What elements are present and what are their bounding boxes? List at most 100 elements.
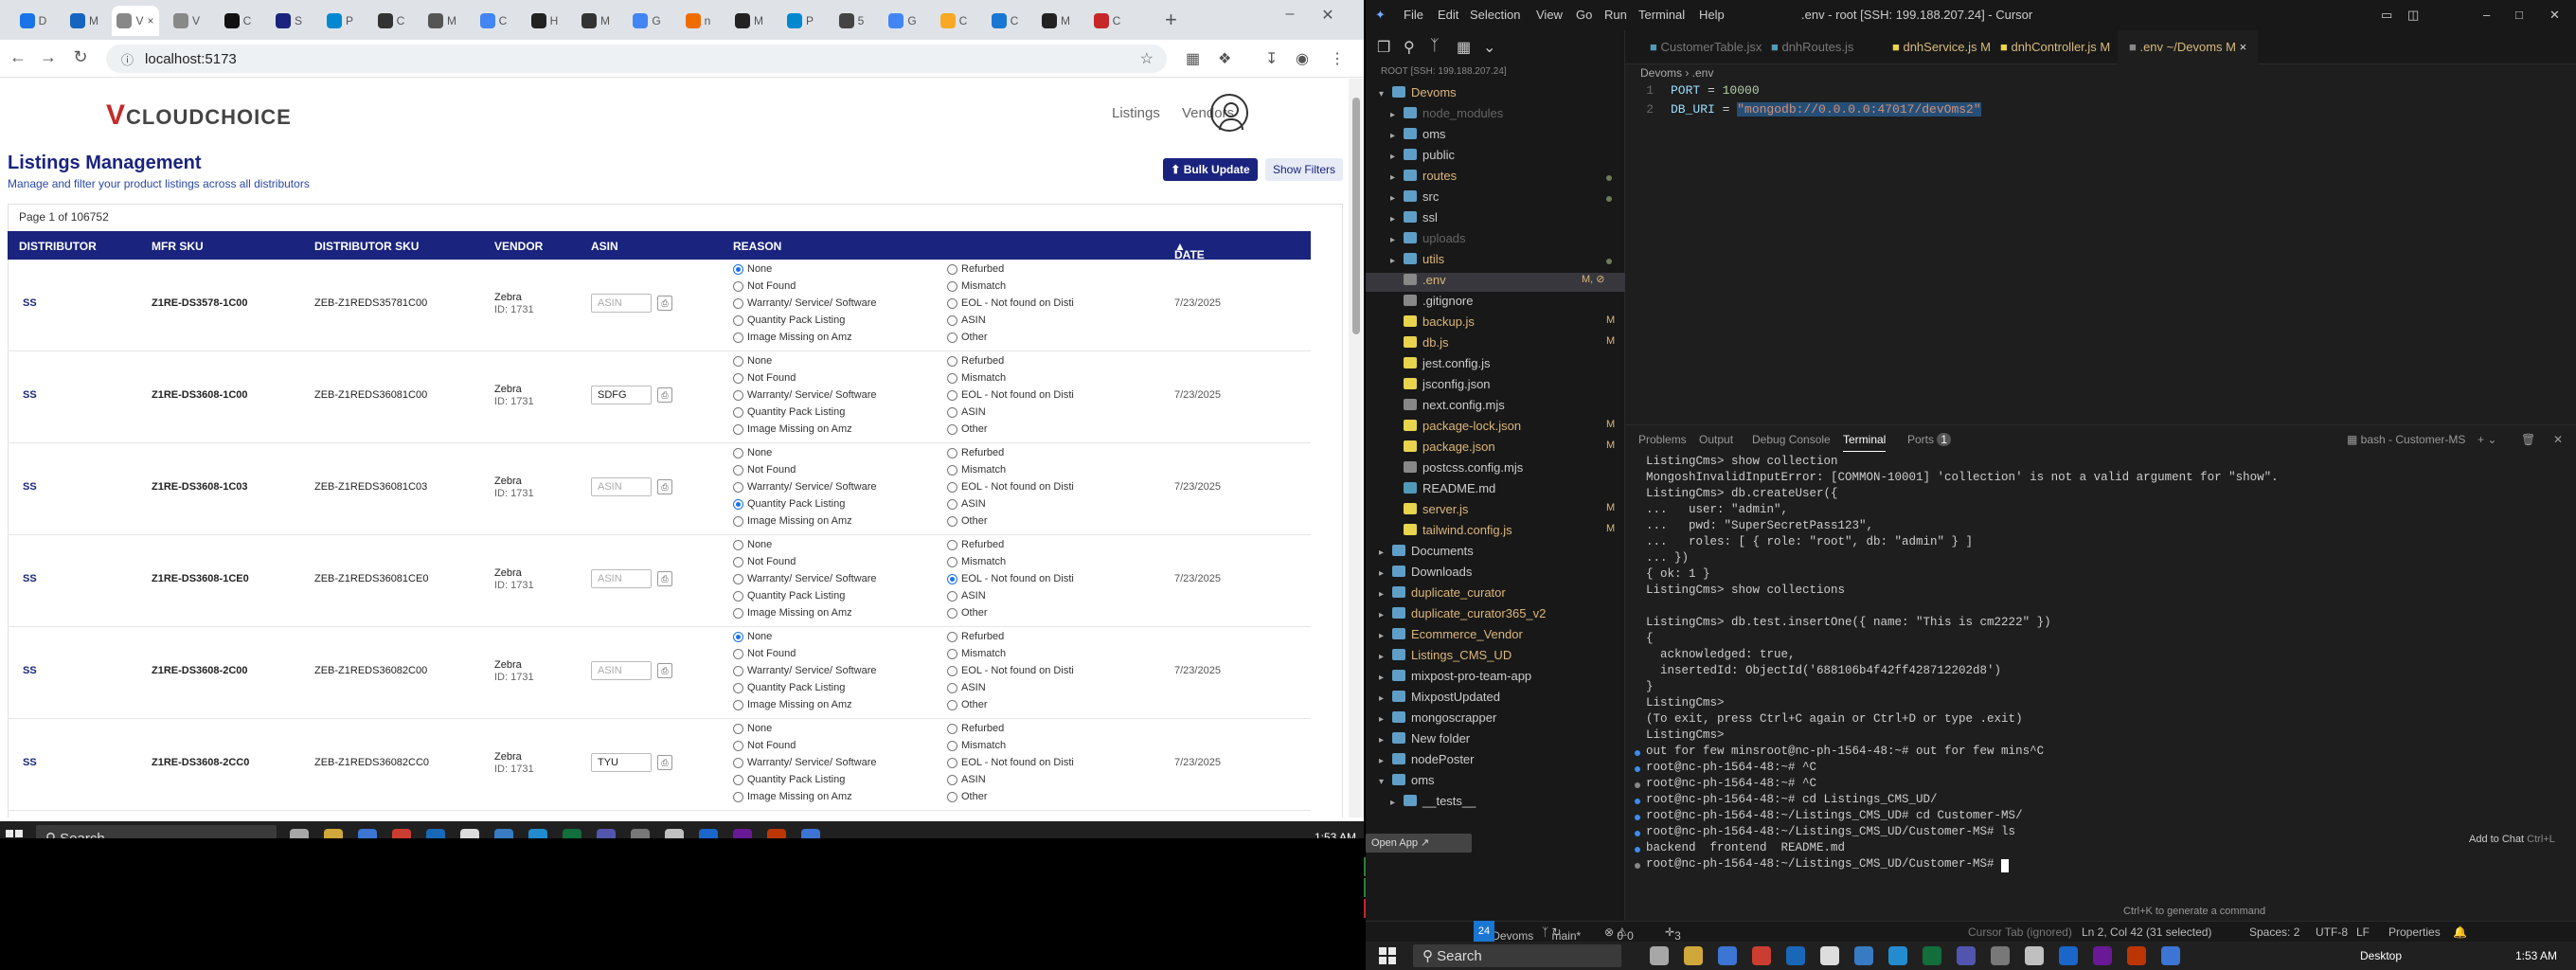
menu-help[interactable]: Help xyxy=(1699,8,1725,22)
asin-input[interactable]: TYU xyxy=(591,753,652,772)
back-icon[interactable]: ← xyxy=(6,47,30,67)
radio-icon[interactable] xyxy=(947,314,957,326)
taskbar-app-icon[interactable] xyxy=(2093,946,2112,965)
tab-debug-console[interactable]: Debug Console xyxy=(1752,433,1831,446)
reason-radio[interactable]: None xyxy=(733,263,772,275)
taskbar-search[interactable]: ⚲ Search xyxy=(1413,944,1621,967)
menu-selection[interactable]: Selection xyxy=(1470,8,1520,22)
radio-icon[interactable] xyxy=(733,332,743,343)
browser-tab[interactable]: H xyxy=(521,6,568,36)
reason-radio[interactable]: Image Missing on Amz xyxy=(733,607,852,619)
col-reason[interactable]: REASON xyxy=(733,240,781,253)
command-decoration-icon[interactable] xyxy=(1635,799,1640,804)
save-icon[interactable]: ⎙ xyxy=(657,387,672,403)
reason-radio[interactable]: Refurbed xyxy=(947,447,1004,458)
browser-tab[interactable]: C xyxy=(981,6,1029,36)
radio-icon[interactable] xyxy=(947,740,957,751)
taskbar-app-icon[interactable] xyxy=(1718,946,1737,965)
maximize-icon[interactable]: □ xyxy=(2515,8,2523,22)
reason-radio[interactable]: Refurbed xyxy=(947,539,1004,550)
taskbar-app-icon[interactable] xyxy=(1820,946,1839,965)
radio-icon[interactable] xyxy=(733,757,743,768)
radio-icon[interactable] xyxy=(733,355,743,367)
reason-radio[interactable]: ASIN xyxy=(947,682,986,693)
browser-tab[interactable]: C xyxy=(214,6,261,36)
taskbar-app-icon[interactable] xyxy=(1991,946,2010,965)
save-icon[interactable]: ⎙ xyxy=(657,296,672,311)
radio-icon[interactable] xyxy=(947,355,957,367)
save-icon[interactable]: ⎙ xyxy=(657,663,672,678)
radio-icon[interactable] xyxy=(733,648,743,659)
tree-item[interactable]: db.js M xyxy=(1390,335,1615,354)
taskbar-app-icon[interactable] xyxy=(2161,946,2180,965)
browser-tab[interactable]: M xyxy=(61,6,108,36)
radio-icon[interactable] xyxy=(733,590,743,602)
col-date-added[interactable]: DATE ADDED ▲ xyxy=(1174,240,1215,275)
reason-radio[interactable]: None xyxy=(733,355,772,367)
editor-tab[interactable]: ■ .env ~/Devoms M × xyxy=(2118,30,2259,64)
taskbar-app-icon[interactable] xyxy=(767,829,786,838)
reason-radio[interactable]: Not Found xyxy=(733,372,796,384)
language-mode[interactable]: Properties xyxy=(2388,925,2441,939)
reason-radio[interactable]: Warranty/ Service/ Software xyxy=(733,757,877,768)
reason-radio[interactable]: Quantity Pack Listing xyxy=(733,590,845,602)
reason-radio[interactable]: EOL - Not found on Disti xyxy=(947,573,1074,584)
radio-icon[interactable] xyxy=(947,631,957,642)
tree-item[interactable]: .env M, ⊘ xyxy=(1366,273,1625,292)
browser-tab[interactable]: C xyxy=(930,6,977,36)
radio-icon[interactable] xyxy=(947,648,957,659)
reason-radio[interactable]: Quantity Pack Listing xyxy=(733,498,845,510)
reason-radio[interactable]: Mismatch xyxy=(947,372,1006,384)
radio-icon[interactable] xyxy=(947,263,957,275)
explorer-icon[interactable]: ❐ xyxy=(1377,38,1390,57)
windows-start-icon[interactable] xyxy=(1379,947,1396,964)
reason-radio[interactable]: Mismatch xyxy=(947,740,1006,751)
breadcrumb[interactable]: Devoms › .env xyxy=(1640,66,1713,80)
tree-item[interactable]: ▾ oms xyxy=(1379,773,1435,792)
ports-indicator[interactable]: ✛ 3 xyxy=(1665,925,1681,943)
tab-ports[interactable]: Ports 1 xyxy=(1907,433,1952,446)
radio-icon[interactable] xyxy=(947,774,957,785)
taskbar-app-icon[interactable] xyxy=(699,829,718,838)
reason-radio[interactable]: ASIN xyxy=(947,774,986,785)
reason-radio[interactable]: EOL - Not found on Disti xyxy=(947,389,1074,401)
browser-tab[interactable]: n xyxy=(674,6,722,36)
taskbar-app-icon[interactable] xyxy=(2059,946,2078,965)
asin-input[interactable]: ASIN xyxy=(591,294,652,313)
tree-item[interactable]: ▸ New folder xyxy=(1379,731,1470,750)
radio-icon[interactable] xyxy=(733,740,743,751)
new-tab-button[interactable]: + xyxy=(1165,8,1177,32)
tree-item[interactable]: README.md xyxy=(1390,481,1495,500)
open-app-button[interactable]: Open App ↗ xyxy=(1366,834,1472,853)
indentation[interactable]: Spaces: 2 xyxy=(2249,925,2299,939)
radio-icon[interactable] xyxy=(947,515,957,527)
editor-tab[interactable]: ■ dnhService.js M xyxy=(1881,30,2002,64)
browser-tab[interactable]: V xyxy=(163,6,210,36)
radio-icon[interactable] xyxy=(733,607,743,619)
terminal-label[interactable]: ▦ bash - Customer-MS xyxy=(2347,433,2465,446)
taskbar-app-icon[interactable] xyxy=(1888,946,1907,965)
encoding[interactable]: UTF-8 xyxy=(2316,925,2348,939)
tree-item[interactable]: ▾ Devoms xyxy=(1379,85,1457,104)
radio-icon[interactable] xyxy=(733,263,743,275)
minimize-icon[interactable]: – xyxy=(2483,8,2490,22)
reason-radio[interactable]: Not Found xyxy=(733,280,796,292)
reason-radio[interactable]: Warranty/ Service/ Software xyxy=(733,297,877,309)
taskbar-app-icon[interactable] xyxy=(324,829,343,838)
save-icon[interactable]: ⎙ xyxy=(657,755,672,770)
menu-file[interactable]: File xyxy=(1404,8,1423,22)
cursor-position[interactable]: Ln 2, Col 42 (31 selected) xyxy=(2082,925,2211,939)
radio-icon[interactable] xyxy=(733,372,743,384)
close-window-button[interactable]: ✕ xyxy=(1309,6,1347,32)
radio-icon[interactable] xyxy=(947,791,957,802)
tree-item[interactable]: backup.js M xyxy=(1390,314,1615,333)
new-terminal-icon[interactable]: + ⌄ xyxy=(2478,433,2496,446)
reason-radio[interactable]: Mismatch xyxy=(947,648,1006,659)
code-line[interactable]: 2 DB_URI = "mongodb://0.0.0.0:47017/devOm… xyxy=(1625,102,1981,117)
page-scrollbar[interactable] xyxy=(1349,79,1364,817)
tree-item[interactable]: ▸ public xyxy=(1390,148,1455,167)
reason-radio[interactable]: Image Missing on Amz xyxy=(733,423,852,435)
asin-input[interactable]: SDFG xyxy=(591,386,652,404)
radio-icon[interactable] xyxy=(733,682,743,693)
radio-icon[interactable] xyxy=(733,573,743,584)
